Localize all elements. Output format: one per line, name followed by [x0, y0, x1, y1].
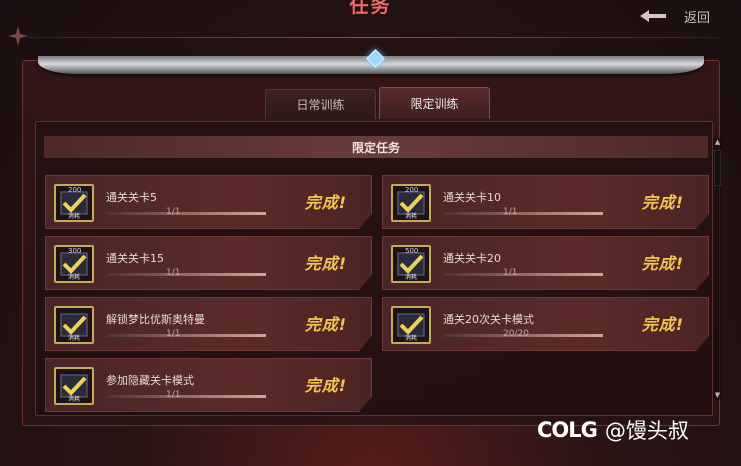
back-label: 返回 [684, 10, 711, 26]
progress-bar [106, 212, 266, 215]
task-card[interactable]: 500 消耗 通关关卡20 1/1 完成! [382, 236, 709, 290]
page-title: 任务 [349, 0, 392, 17]
task-card[interactable]: 300 消耗 通关关卡15 1/1 完成! [45, 236, 372, 290]
task-badge: 消耗 [54, 306, 94, 344]
back-button[interactable]: 返回 [640, 6, 730, 26]
section-title: 限定任务 [44, 136, 708, 158]
task-badge: 消耗 [391, 306, 431, 344]
tab-bar: 日常训练 限定训练 [265, 87, 490, 119]
task-badge: 300 消耗 [54, 245, 94, 283]
header-rail [28, 37, 718, 38]
scroll-down-icon[interactable]: ▼ [713, 391, 722, 400]
badge-number: 300 [68, 247, 82, 255]
progress-text: 1/1 [166, 390, 181, 400]
status-badge: 完成! [641, 193, 684, 212]
watermark-user: @馒头叔 [604, 419, 689, 443]
progress-fill [443, 212, 603, 215]
task-card[interactable]: 200 消耗 通关关卡10 1/1 完成! [382, 175, 709, 229]
badge-caption: 消耗 [68, 274, 81, 281]
progress-bar [443, 273, 603, 276]
task-name: 解锁梦比优斯奥特曼 [106, 313, 205, 326]
badge-number: 200 [405, 186, 419, 194]
scrollbar[interactable]: ▲ ▼ [713, 138, 722, 400]
progress-fill [106, 212, 266, 215]
task-name: 通关关卡10 [443, 191, 501, 204]
status-badge: 完成! [304, 193, 347, 212]
badge-caption: 消耗 [405, 213, 418, 220]
progress-text: 1/1 [166, 329, 181, 339]
scroll-up-icon[interactable]: ▲ [713, 138, 722, 147]
status-badge: 完成! [641, 254, 684, 273]
badge-caption: 消耗 [405, 274, 418, 281]
task-name: 通关关卡15 [106, 252, 164, 265]
progress-bar [443, 212, 603, 215]
progress-fill [443, 273, 603, 276]
progress-fill [106, 334, 266, 337]
task-badge: 500 消耗 [391, 245, 431, 283]
task-badge: 消耗 [54, 367, 94, 405]
progress-fill [106, 395, 266, 398]
arrow-left-icon [640, 10, 666, 22]
status-badge: 完成! [304, 376, 347, 395]
badge-caption: 消耗 [405, 335, 418, 342]
badge-caption: 消耗 [68, 335, 81, 342]
tab-daily-training[interactable]: 日常训练 [265, 89, 376, 119]
progress-bar [106, 395, 266, 398]
task-card[interactable]: 消耗 参加隐藏关卡模式 1/1 完成! [45, 358, 372, 412]
watermark: COLG @馒头叔 [537, 415, 689, 445]
status-badge: 完成! [304, 254, 347, 273]
progress-text: 1/1 [166, 268, 181, 278]
task-name: 通关关卡5 [106, 191, 157, 204]
progress-text: 20/20 [503, 329, 529, 339]
progress-bar [106, 273, 266, 276]
badge-number: 200 [68, 186, 82, 194]
task-badge: 200 消耗 [54, 184, 94, 222]
watermark-logo: COLG [537, 418, 598, 442]
progress-text: 1/1 [166, 207, 181, 217]
progress-fill [106, 273, 266, 276]
task-name: 参加隐藏关卡模式 [106, 374, 194, 387]
scroll-thumb[interactable] [714, 150, 721, 186]
task-card[interactable]: 消耗 通关20次关卡模式 20/20 完成! [382, 297, 709, 351]
task-name: 通关20次关卡模式 [443, 313, 534, 326]
badge-number: 500 [405, 247, 419, 255]
badge-caption: 消耗 [68, 213, 81, 220]
tab-limited-training[interactable]: 限定训练 [379, 87, 490, 119]
progress-bar [106, 334, 266, 337]
status-badge: 完成! [304, 315, 347, 334]
task-card[interactable]: 200 消耗 通关关卡5 1/1 完成! [45, 175, 372, 229]
status-badge: 完成! [641, 315, 684, 334]
progress-text: 1/1 [503, 207, 518, 217]
task-card[interactable]: 消耗 解锁梦比优斯奥特曼 1/1 完成! [45, 297, 372, 351]
task-badge: 200 消耗 [391, 184, 431, 222]
task-name: 通关关卡20 [443, 252, 501, 265]
sparkle-icon [8, 26, 28, 46]
progress-text: 1/1 [503, 268, 518, 278]
badge-caption: 消耗 [68, 396, 81, 403]
